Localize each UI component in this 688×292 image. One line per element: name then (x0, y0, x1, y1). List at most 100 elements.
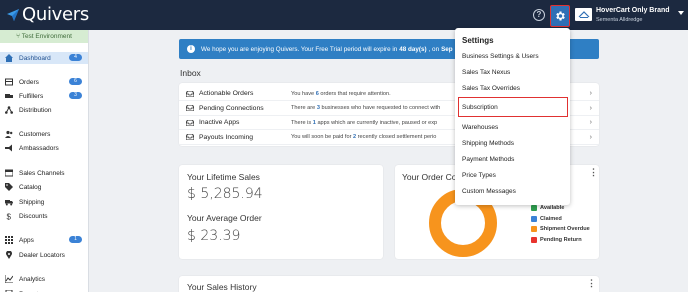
tag-icon (5, 183, 13, 191)
sidebar-item-dashboard[interactable]: Dashboard 4 (0, 52, 88, 64)
sidebar-item-catalog[interactable]: Catalog (0, 181, 88, 193)
inbox-row-description: There is 1 apps which are currently inac… (291, 119, 438, 126)
logo-text: Quivers (22, 4, 89, 25)
count-badge: 3 (69, 92, 82, 99)
svg-text:$: $ (7, 213, 12, 221)
chevron-right-icon: › (589, 119, 592, 126)
home-icon (5, 54, 13, 62)
sidebar-item-label: Dashboard (19, 54, 51, 62)
average-order-value: $ 23.39 (187, 228, 241, 244)
inbox-tray-icon (186, 90, 194, 97)
grid-icon (5, 236, 13, 244)
inbox-tray-icon (186, 105, 194, 111)
sidebar-item-label: Sales Channels (19, 169, 65, 177)
sidebar-item-customers[interactable]: Customers (0, 128, 88, 140)
gear-icon (556, 11, 565, 21)
legend-label: Available (540, 205, 565, 211)
quivers-logo-icon (7, 9, 19, 21)
sidebar-item-label: Catalog (19, 183, 42, 191)
settings-menu-item-sales-tax-overrides[interactable]: Sales Tax Overrides (462, 85, 520, 92)
inbox-row-description: You will soon be paid for 2 recently clo… (291, 134, 437, 140)
brand-name[interactable]: HoverCart Only Brand (596, 7, 670, 14)
settings-menu-item-payment-methods[interactable]: Payment Methods (462, 156, 514, 163)
customers-icon (5, 130, 13, 138)
settings-gear-button[interactable] (550, 5, 570, 27)
sidebar-item-apps[interactable]: Apps 1 (0, 234, 88, 246)
order-count-title: Your Order Co (402, 172, 457, 182)
sidebar-item-label: Discounts (19, 212, 48, 220)
inbox-row-label: Pending Connections (199, 104, 264, 112)
sidebar-item-reports[interactable]: Reports (0, 288, 88, 292)
sidebar-item-discounts[interactable]: $ Discounts (0, 210, 88, 222)
inbox-row-label: Inactive Apps (199, 119, 240, 126)
count-badge: 4 (69, 54, 82, 61)
legend-swatch (531, 205, 537, 211)
sidebar-item-label: Dealer Locators (19, 251, 65, 259)
count-badge: 1 (69, 236, 82, 243)
sales-history-title: Your Sales History (187, 282, 257, 292)
chevron-right-icon: › (589, 104, 592, 112)
sidebar-item-dealer-locators[interactable]: Dealer Locators (0, 249, 88, 261)
megaphone-icon (5, 144, 13, 152)
inbox-tray-icon (186, 119, 194, 126)
sidebar: ⑂ Test Environment Dashboard 4 Orders 6 Fulf… (0, 30, 89, 292)
lifetime-sales-value: $ 5,285.94 (187, 186, 263, 202)
lifetime-sales-card: Your Lifetime Sales $ 5,285.94 Your Aver… (179, 165, 383, 259)
settings-menu-item-custom-messages[interactable]: Custom Messages (462, 188, 516, 195)
legend-swatch (531, 236, 537, 243)
orders-icon (5, 78, 13, 86)
trial-days: 48 day(s) (399, 45, 427, 53)
inbox-tray-icon (186, 134, 194, 140)
inbox-row-label: Payouts Incoming (199, 133, 254, 141)
inbox-row-description: There are 3 businesses who have requeste… (291, 105, 441, 111)
legend-label: Shipment Overdue (540, 226, 590, 232)
legend-swatch (531, 226, 537, 232)
trial-text-after: , on (428, 45, 440, 53)
legend-swatch (531, 215, 537, 222)
environment-banner: ⑂ Test Environment (0, 30, 88, 43)
sidebar-item-shipping[interactable]: Shipping (0, 196, 88, 208)
dollar-icon: $ (5, 212, 13, 222)
sidebar-item-analytics[interactable]: Analytics (0, 273, 88, 285)
trial-text: We hope you are enjoying Quivers. Your F… (201, 45, 398, 53)
sidebar-item-label: Shipping (19, 198, 45, 206)
sidebar-item-fulfillers[interactable]: Fulfillers 3 (0, 90, 88, 102)
brand-logo-icon (578, 11, 589, 18)
average-order-title: Your Average Order (187, 213, 262, 223)
sidebar-item-label: Ambassadors (19, 144, 59, 152)
sales-history-card: Your Sales History ⋮ (179, 276, 599, 292)
inbox-row-description: You have 6 orders that require attention… (291, 90, 391, 97)
sales-history-menu-icon[interactable]: ⋮ (587, 278, 596, 289)
sidebar-item-orders[interactable]: Orders 6 (0, 76, 88, 88)
sidebar-item-label: Orders (19, 78, 39, 86)
info-icon: i (187, 45, 195, 53)
trial-date: Sep (441, 45, 453, 53)
settings-menu-item-sales-tax-nexus[interactable]: Sales Tax Nexus (462, 69, 510, 76)
sidebar-item-ambassadors[interactable]: Ambassadors (0, 142, 88, 154)
inbox-title: Inbox (180, 68, 201, 78)
top-bar: Quivers ? HoverCart Only Brand Sementa A… (0, 0, 688, 30)
settings-heading: Settings (462, 36, 494, 45)
chevron-right-icon: › (589, 90, 592, 97)
settings-menu-item-business-settings-users[interactable]: Business Settings & Users (462, 53, 539, 60)
truck-icon (5, 198, 13, 206)
account-caret-icon[interactable] (678, 11, 684, 15)
chart-icon (4, 275, 14, 284)
brand-logo[interactable] (575, 8, 592, 21)
settings-menu-item-warehouses[interactable]: Warehouses (462, 124, 498, 131)
logo[interactable]: Quivers (6, 5, 89, 25)
legend-label: Pending Return (540, 236, 582, 243)
settings-menu-item-shipping-methods[interactable]: Shipping Methods (462, 140, 514, 147)
user-name[interactable]: Sementa Alldredge (596, 17, 642, 23)
legend-item: Claimed (531, 215, 562, 222)
sidebar-item-label: Analytics (19, 275, 46, 283)
sidebar-item-label: Apps (19, 236, 34, 244)
sidebar-item-distribution[interactable]: Distribution (0, 104, 88, 116)
distribution-icon (5, 106, 13, 114)
sidebar-item-sales-channels[interactable]: Sales Channels (0, 167, 88, 179)
sales-channels-icon (4, 169, 14, 177)
settings-menu-item-price-types[interactable]: Price Types (462, 172, 496, 179)
help-icon[interactable]: ? (533, 9, 545, 21)
order-card-menu-icon[interactable]: ⋮ (589, 167, 598, 178)
fulfillers-icon (5, 92, 13, 100)
